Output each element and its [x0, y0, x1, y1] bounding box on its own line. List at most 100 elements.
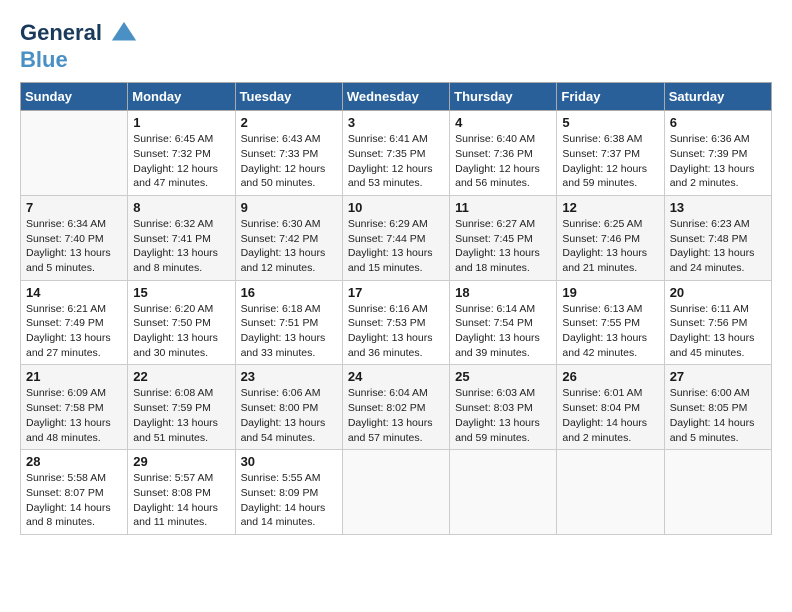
- calendar-cell: 30 Sunrise: 5:55 AM Sunset: 8:09 PM Dayli…: [235, 450, 342, 535]
- weekday-header: Monday: [128, 83, 235, 111]
- weekday-header: Wednesday: [342, 83, 449, 111]
- cell-content: Sunrise: 6:32 AM Sunset: 7:41 PM Dayligh…: [133, 217, 229, 276]
- cell-content: Sunrise: 6:23 AM Sunset: 7:48 PM Dayligh…: [670, 217, 766, 276]
- day-number: 15: [133, 285, 229, 300]
- calendar-cell: 21 Sunrise: 6:09 AM Sunset: 7:58 PM Dayli…: [21, 365, 128, 450]
- calendar-cell: 23 Sunrise: 6:06 AM Sunset: 8:00 PM Dayli…: [235, 365, 342, 450]
- cell-content: Sunrise: 6:27 AM Sunset: 7:45 PM Dayligh…: [455, 217, 551, 276]
- calendar-cell: [664, 450, 771, 535]
- day-number: 7: [26, 200, 122, 215]
- weekday-header: Thursday: [450, 83, 557, 111]
- cell-content: Sunrise: 6:08 AM Sunset: 7:59 PM Dayligh…: [133, 386, 229, 445]
- calendar-cell: 7 Sunrise: 6:34 AM Sunset: 7:40 PM Daylig…: [21, 195, 128, 280]
- cell-content: Sunrise: 5:55 AM Sunset: 8:09 PM Dayligh…: [241, 471, 337, 530]
- day-number: 26: [562, 369, 658, 384]
- calendar-cell: 19 Sunrise: 6:13 AM Sunset: 7:55 PM Dayli…: [557, 280, 664, 365]
- cell-content: Sunrise: 6:25 AM Sunset: 7:46 PM Dayligh…: [562, 217, 658, 276]
- weekday-header: Saturday: [664, 83, 771, 111]
- calendar-week-row: 1Sunrise: 6:45 AM Sunset: 7:32 PM Daylig…: [21, 111, 772, 196]
- day-number: 6: [670, 115, 766, 130]
- cell-content: Sunrise: 6:13 AM Sunset: 7:55 PM Dayligh…: [562, 302, 658, 361]
- cell-content: Sunrise: 6:41 AM Sunset: 7:35 PM Dayligh…: [348, 132, 444, 191]
- page-header: General Blue: [20, 20, 772, 72]
- cell-content: Sunrise: 6:34 AM Sunset: 7:40 PM Dayligh…: [26, 217, 122, 276]
- day-number: 5: [562, 115, 658, 130]
- cell-content: Sunrise: 6:38 AM Sunset: 7:37 PM Dayligh…: [562, 132, 658, 191]
- calendar-cell: 29 Sunrise: 5:57 AM Sunset: 8:08 PM Dayli…: [128, 450, 235, 535]
- day-number: 1: [133, 115, 229, 130]
- calendar-cell: 25 Sunrise: 6:03 AM Sunset: 8:03 PM Dayli…: [450, 365, 557, 450]
- calendar-cell: 15 Sunrise: 6:20 AM Sunset: 7:50 PM Dayli…: [128, 280, 235, 365]
- cell-content: Sunrise: 6:06 AM Sunset: 8:00 PM Dayligh…: [241, 386, 337, 445]
- calendar-cell: 18Sunrise: 6:14 AM Sunset: 7:54 PM Dayli…: [450, 280, 557, 365]
- calendar-cell: 14Sunrise: 6:21 AM Sunset: 7:49 PM Dayli…: [21, 280, 128, 365]
- calendar-cell: 1Sunrise: 6:45 AM Sunset: 7:32 PM Daylig…: [128, 111, 235, 196]
- calendar-week-row: 28Sunrise: 5:58 AM Sunset: 8:07 PM Dayli…: [21, 450, 772, 535]
- day-number: 16: [241, 285, 337, 300]
- calendar-week-row: 7 Sunrise: 6:34 AM Sunset: 7:40 PM Daylig…: [21, 195, 772, 280]
- calendar-cell: [21, 111, 128, 196]
- cell-content: Sunrise: 6:11 AM Sunset: 7:56 PM Dayligh…: [670, 302, 766, 361]
- calendar-cell: 12Sunrise: 6:25 AM Sunset: 7:46 PM Dayli…: [557, 195, 664, 280]
- day-number: 2: [241, 115, 337, 130]
- cell-content: Sunrise: 6:30 AM Sunset: 7:42 PM Dayligh…: [241, 217, 337, 276]
- day-number: 25: [455, 369, 551, 384]
- day-number: 20: [670, 285, 766, 300]
- cell-content: Sunrise: 6:36 AM Sunset: 7:39 PM Dayligh…: [670, 132, 766, 191]
- cell-content: Sunrise: 6:29 AM Sunset: 7:44 PM Dayligh…: [348, 217, 444, 276]
- calendar-week-row: 21 Sunrise: 6:09 AM Sunset: 7:58 PM Dayli…: [21, 365, 772, 450]
- day-number: 23: [241, 369, 337, 384]
- calendar-table: SundayMondayTuesdayWednesdayThursdayFrid…: [20, 82, 772, 535]
- day-number: 17: [348, 285, 444, 300]
- calendar-cell: 6 Sunrise: 6:36 AM Sunset: 7:39 PM Daylig…: [664, 111, 771, 196]
- day-number: 19: [562, 285, 658, 300]
- cell-content: Sunrise: 6:00 AM Sunset: 8:05 PM Dayligh…: [670, 386, 766, 445]
- day-number: 10: [348, 200, 444, 215]
- day-number: 27: [670, 369, 766, 384]
- calendar-cell: 24 Sunrise: 6:04 AM Sunset: 8:02 PM Dayli…: [342, 365, 449, 450]
- calendar-cell: 27 Sunrise: 6:00 AM Sunset: 8:05 PM Dayli…: [664, 365, 771, 450]
- day-number: 21: [26, 369, 122, 384]
- calendar-cell: 5 Sunrise: 6:38 AM Sunset: 7:37 PM Daylig…: [557, 111, 664, 196]
- calendar-cell: 4Sunrise: 6:40 AM Sunset: 7:36 PM Daylig…: [450, 111, 557, 196]
- cell-content: Sunrise: 6:03 AM Sunset: 8:03 PM Dayligh…: [455, 386, 551, 445]
- day-number: 3: [348, 115, 444, 130]
- calendar-cell: 9 Sunrise: 6:30 AM Sunset: 7:42 PM Daylig…: [235, 195, 342, 280]
- weekday-header: Friday: [557, 83, 664, 111]
- calendar-cell: 2 Sunrise: 6:43 AM Sunset: 7:33 PM Daylig…: [235, 111, 342, 196]
- cell-content: Sunrise: 6:16 AM Sunset: 7:53 PM Dayligh…: [348, 302, 444, 361]
- cell-content: Sunrise: 6:09 AM Sunset: 7:58 PM Dayligh…: [26, 386, 122, 445]
- cell-content: Sunrise: 6:04 AM Sunset: 8:02 PM Dayligh…: [348, 386, 444, 445]
- day-number: 30: [241, 454, 337, 469]
- day-number: 11: [455, 200, 551, 215]
- calendar-cell: 3 Sunrise: 6:41 AM Sunset: 7:35 PM Daylig…: [342, 111, 449, 196]
- calendar-cell: 8 Sunrise: 6:32 AM Sunset: 7:41 PM Daylig…: [128, 195, 235, 280]
- calendar-cell: 28Sunrise: 5:58 AM Sunset: 8:07 PM Dayli…: [21, 450, 128, 535]
- calendar-cell: [450, 450, 557, 535]
- calendar-cell: 16 Sunrise: 6:18 AM Sunset: 7:51 PM Dayli…: [235, 280, 342, 365]
- day-number: 8: [133, 200, 229, 215]
- weekday-header: Tuesday: [235, 83, 342, 111]
- logo-blue: Blue: [20, 48, 138, 72]
- logo: General Blue: [20, 20, 138, 72]
- cell-content: Sunrise: 6:20 AM Sunset: 7:50 PM Dayligh…: [133, 302, 229, 361]
- weekday-header: Sunday: [21, 83, 128, 111]
- calendar-cell: [342, 450, 449, 535]
- logo-icon: [110, 20, 138, 48]
- day-number: 9: [241, 200, 337, 215]
- calendar-cell: [557, 450, 664, 535]
- day-number: 29: [133, 454, 229, 469]
- day-number: 18: [455, 285, 551, 300]
- cell-content: Sunrise: 5:58 AM Sunset: 8:07 PM Dayligh…: [26, 471, 122, 530]
- calendar-cell: 10 Sunrise: 6:29 AM Sunset: 7:44 PM Dayli…: [342, 195, 449, 280]
- day-number: 4: [455, 115, 551, 130]
- day-number: 24: [348, 369, 444, 384]
- calendar-cell: 17 Sunrise: 6:16 AM Sunset: 7:53 PM Dayli…: [342, 280, 449, 365]
- cell-content: Sunrise: 6:43 AM Sunset: 7:33 PM Dayligh…: [241, 132, 337, 191]
- cell-content: Sunrise: 5:57 AM Sunset: 8:08 PM Dayligh…: [133, 471, 229, 530]
- calendar-week-row: 14Sunrise: 6:21 AM Sunset: 7:49 PM Dayli…: [21, 280, 772, 365]
- calendar-cell: 11 Sunrise: 6:27 AM Sunset: 7:45 PM Dayli…: [450, 195, 557, 280]
- cell-content: Sunrise: 6:18 AM Sunset: 7:51 PM Dayligh…: [241, 302, 337, 361]
- calendar-cell: 20 Sunrise: 6:11 AM Sunset: 7:56 PM Dayli…: [664, 280, 771, 365]
- day-number: 22: [133, 369, 229, 384]
